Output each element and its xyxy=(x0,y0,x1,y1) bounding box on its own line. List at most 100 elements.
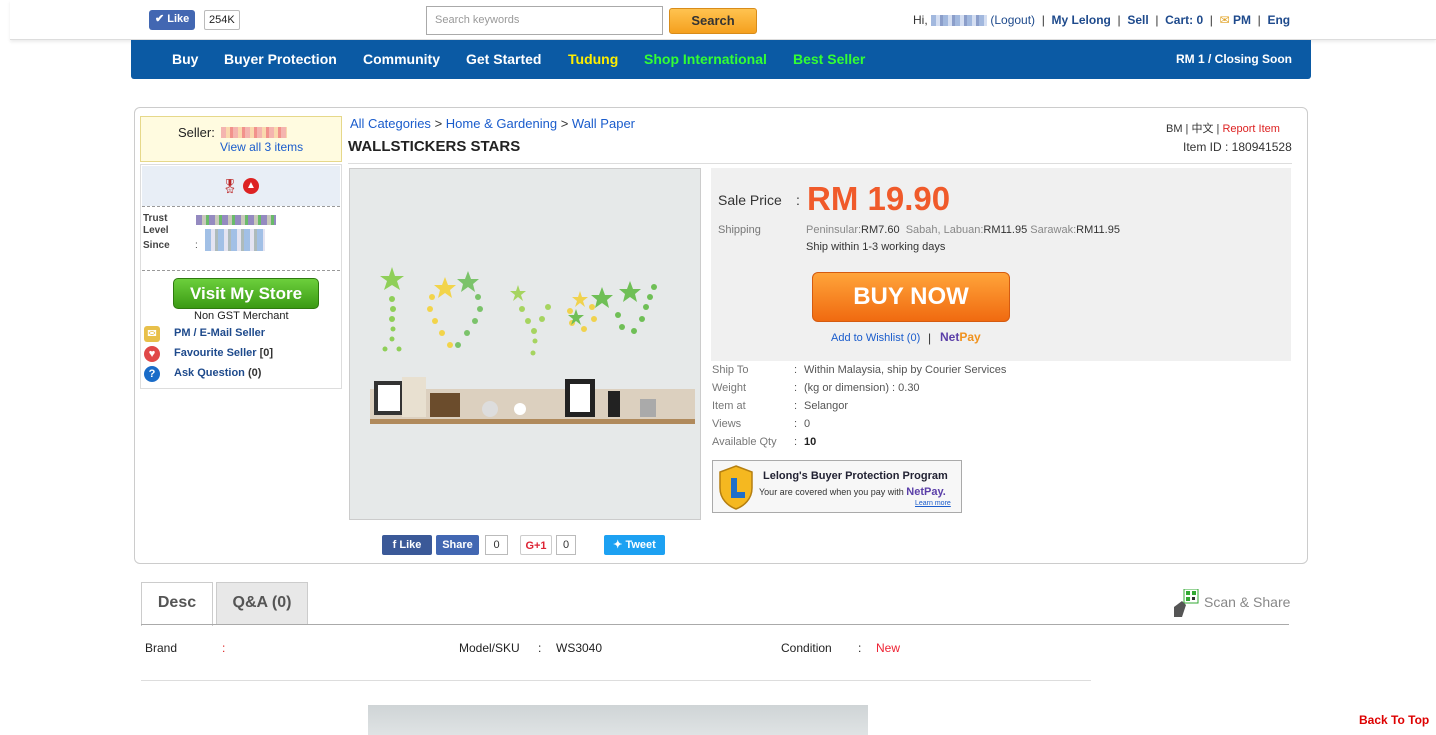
logout-link[interactable]: (Logout) xyxy=(990,13,1035,27)
sale-price-label: Sale Price xyxy=(718,192,782,208)
sell-link[interactable]: Sell xyxy=(1127,13,1148,27)
tab-qa[interactable]: Q&A (0) xyxy=(216,582,308,625)
since-label: Since xyxy=(143,240,170,251)
nav-get-started[interactable]: Get Started xyxy=(466,51,541,67)
main-nav: Buy Buyer Protection Community Get Start… xyxy=(131,40,1311,79)
sabah-label: Sabah, Labuan: xyxy=(905,224,984,236)
seller-name-blurred[interactable] xyxy=(221,127,287,138)
google-plus-count: 0 xyxy=(556,535,576,555)
report-item-link[interactable]: Report Item xyxy=(1222,123,1279,135)
detail-value: (kg or dimension) : 0.30 xyxy=(804,382,920,394)
facebook-share-button[interactable]: Share xyxy=(436,535,479,555)
seller-badge-area xyxy=(142,166,340,206)
divider xyxy=(348,163,1292,164)
learn-more-link[interactable]: Learn more xyxy=(915,500,951,507)
facebook-like-share-button[interactable]: f Like xyxy=(382,535,432,555)
detail-colon: : xyxy=(794,364,798,376)
visit-store-button[interactable]: Visit My Store xyxy=(173,278,319,309)
divider xyxy=(142,270,340,271)
nav-buy[interactable]: Buy xyxy=(172,51,198,67)
level-label: Level xyxy=(143,225,169,236)
ask-question-label: Ask Question xyxy=(174,367,245,379)
separator: | xyxy=(928,331,932,345)
breadcrumb-separator: > xyxy=(434,116,443,131)
peninsular-label: Peninsular: xyxy=(806,224,862,236)
since-separator: : xyxy=(195,240,198,251)
seller-badge-icon: ▲ xyxy=(243,178,259,194)
product-image[interactable] xyxy=(349,168,701,520)
tweet-button[interactable]: ✦ Tweet xyxy=(604,535,665,555)
nav-shop-international[interactable]: Shop International xyxy=(644,51,767,67)
search-input[interactable]: Search keywords xyxy=(426,6,663,35)
twitter-bird-icon: ✦ xyxy=(613,539,623,551)
item-id: Item ID : 180941528 xyxy=(1183,140,1292,154)
my-lelong-link[interactable]: My Lelong xyxy=(1052,13,1111,27)
breadcrumb-home-gardening[interactable]: Home & Gardening xyxy=(446,116,557,131)
detail-value: Selangor xyxy=(804,400,849,412)
sale-price-colon: : xyxy=(796,192,800,208)
detail-colon: : xyxy=(794,382,798,394)
facebook-like-share-label: Like xyxy=(399,539,422,551)
gst-status: Non GST Merchant xyxy=(194,310,289,322)
protection-netpay: NetPay. xyxy=(906,486,946,498)
nav-tudung[interactable]: Tudung xyxy=(568,51,618,67)
help-icon: ? xyxy=(144,366,160,382)
pm-link[interactable]: PM xyxy=(1233,13,1251,27)
ask-question-count: (0) xyxy=(247,367,262,379)
description-image xyxy=(368,705,868,735)
tab-underline xyxy=(141,624,1289,625)
favourite-count: [0] xyxy=(259,347,274,359)
netpay-logo-net: Net xyxy=(940,330,960,344)
seller-box: Seller: View all 3 items xyxy=(140,116,342,162)
pm-email-seller-link[interactable]: PM / E-Mail Seller xyxy=(174,327,265,339)
medal-icon: 🎖 xyxy=(221,178,239,194)
envelope-icon: ✉ xyxy=(144,326,160,342)
condition-label: Condition xyxy=(781,641,832,655)
cart-link[interactable]: Cart: 0 xyxy=(1165,13,1203,27)
username-blurred xyxy=(931,15,988,27)
nav-closing-soon[interactable]: RM 1 / Closing Soon xyxy=(1176,52,1292,66)
shield-icon xyxy=(719,465,753,510)
detail-value: 0 xyxy=(804,418,811,430)
breadcrumb-wall-paper[interactable]: Wall Paper xyxy=(572,116,635,131)
add-to-wishlist-link[interactable]: Add to Wishlist (0) xyxy=(831,332,920,344)
back-to-top-link[interactable]: Back To Top xyxy=(1359,713,1429,727)
detail-label: Item at xyxy=(712,400,746,412)
google-plus-button[interactable]: G+1 xyxy=(520,535,552,555)
facebook-like-label: Like xyxy=(167,13,190,25)
ask-question-link[interactable]: Ask Question (0) xyxy=(174,367,261,379)
buyer-protection-banner[interactable]: Lelong's Buyer Protection Program Your a… xyxy=(712,460,962,513)
view-all-items-link[interactable]: View all 3 items xyxy=(220,140,303,154)
tab-desc[interactable]: Desc xyxy=(141,582,213,626)
language-cn-link[interactable]: 中文 xyxy=(1191,123,1213,135)
qr-code-icon[interactable] xyxy=(1172,588,1200,617)
scan-share-label[interactable]: Scan & Share xyxy=(1204,594,1290,610)
nav-community[interactable]: Community xyxy=(363,51,440,67)
netpay-logo[interactable]: NetPay xyxy=(940,330,981,344)
detail-label: Available Qty xyxy=(712,436,777,448)
favourite-seller-link[interactable]: Favourite Seller [0] xyxy=(174,347,273,359)
facebook-icon: f xyxy=(392,539,397,551)
search-button[interactable]: Search xyxy=(669,8,757,34)
buy-now-button[interactable]: BUY NOW xyxy=(812,272,1010,322)
language-eng-link[interactable]: Eng xyxy=(1267,13,1290,27)
favourite-seller-label: Favourite Seller xyxy=(174,347,257,359)
nav-buyer-protection[interactable]: Buyer Protection xyxy=(224,51,337,67)
condition-separator: : xyxy=(858,641,862,655)
model-sku-value: WS3040 xyxy=(556,641,603,655)
trust-level-blurred xyxy=(196,215,276,225)
netpay-logo-pay: Pay xyxy=(959,330,981,344)
brand-label: Brand xyxy=(145,641,178,655)
model-sku-separator: : xyxy=(538,641,542,655)
account-links: Hi, (Logout) | My Lelong | Sell | Cart: … xyxy=(913,13,1291,27)
breadcrumb-all-categories[interactable]: All Categories xyxy=(350,116,431,131)
facebook-like-button[interactable]: ✔ Like xyxy=(149,10,196,30)
language-bm-link[interactable]: BM xyxy=(1166,123,1183,135)
nav-best-seller[interactable]: Best Seller xyxy=(793,51,865,67)
sarawak-label: Sarawak: xyxy=(1030,224,1077,236)
detail-label: Weight xyxy=(712,382,747,394)
item-toolbar: BM | 中文 | Report Item xyxy=(1166,123,1280,135)
peninsular-rate: RM7.60 xyxy=(861,224,900,236)
model-sku-label: Model/SKU xyxy=(459,641,520,655)
sabah-rate: RM11.95 xyxy=(983,224,1028,236)
